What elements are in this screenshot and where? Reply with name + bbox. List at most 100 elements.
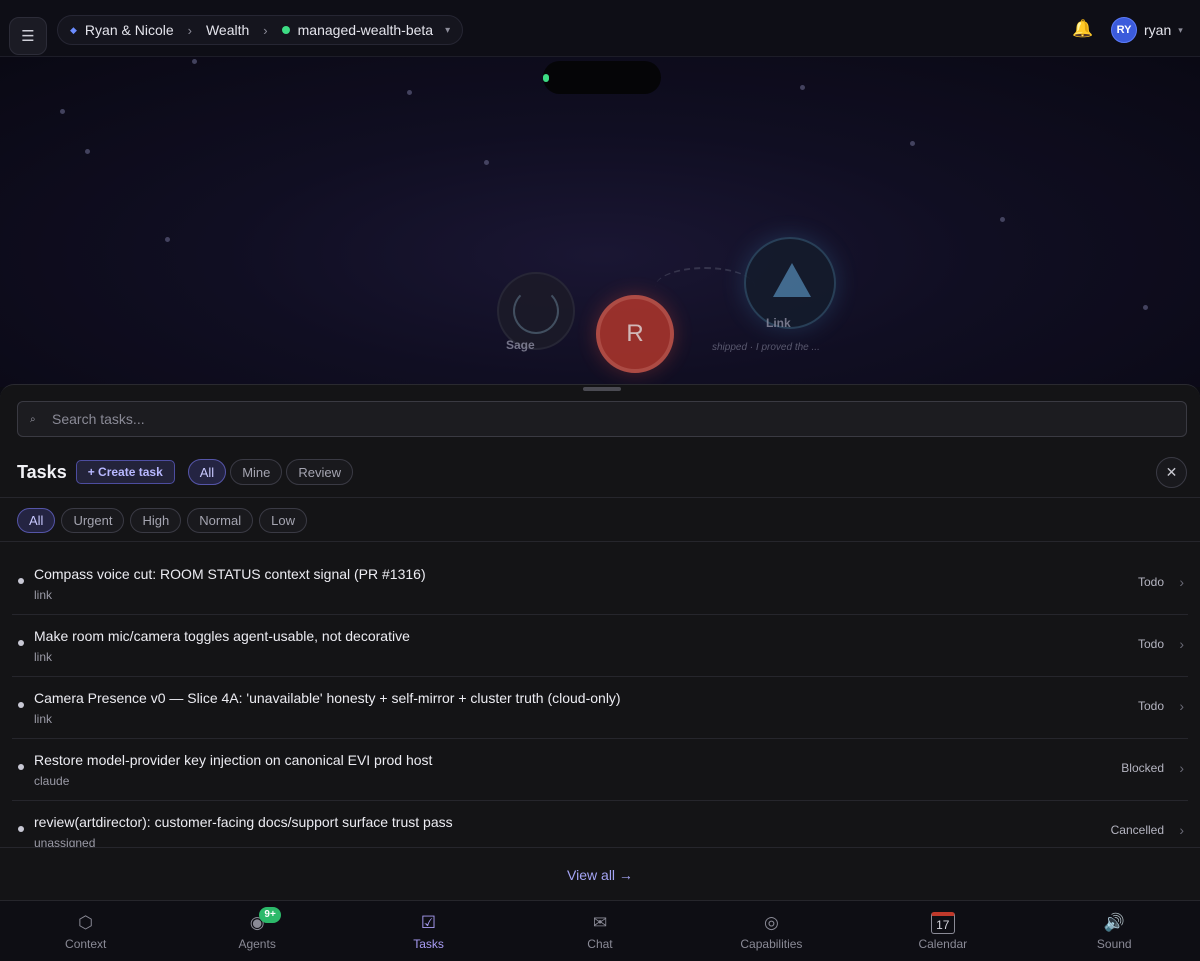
- agent-label-link: Link: [766, 316, 791, 330]
- nav-capabilities[interactable]: ◎ Capabilities: [686, 901, 857, 961]
- task-row[interactable]: Camera Presence v0 — Slice 4A: 'unavaila…: [12, 677, 1188, 739]
- chevron-down-icon: ▾: [1178, 24, 1183, 35]
- presence-pill[interactable]: [543, 61, 661, 94]
- online-status-dot: [281, 26, 290, 34]
- status-badge: Todo: [1137, 637, 1164, 651]
- nav-context[interactable]: ⬡ Context: [0, 901, 171, 961]
- priority-dot: [18, 578, 24, 584]
- agent-initial: R: [626, 320, 644, 347]
- nav-sound[interactable]: 🔊 Sound: [1029, 901, 1200, 961]
- nav-agents[interactable]: ◉ 9+ Agents: [171, 901, 342, 961]
- priority-filter-high[interactable]: High: [130, 507, 182, 533]
- task-row[interactable]: Make room mic/camera toggles agent-usabl…: [12, 615, 1188, 677]
- task-owner: link: [34, 588, 53, 602]
- search-input[interactable]: [52, 411, 1152, 427]
- priority-dot: [18, 702, 24, 708]
- triangle-icon: [773, 263, 811, 297]
- divider: [0, 541, 1200, 542]
- nav-calendar[interactable]: 17 Calendar: [857, 901, 1028, 961]
- nav-label: Sound: [1096, 936, 1132, 951]
- priority-filters: All Urgent High Normal Low: [17, 507, 313, 533]
- priority-filter-low[interactable]: Low: [259, 507, 307, 533]
- priority-filter-urgent[interactable]: Urgent: [61, 507, 125, 533]
- priority-filter-normal[interactable]: Normal: [187, 507, 254, 533]
- hamburger-icon: ☰: [21, 28, 35, 45]
- agent-node-r[interactable]: R: [596, 295, 674, 373]
- breadcrumb-room[interactable]: managed-wealth-beta: [298, 22, 433, 38]
- chevron-right-icon: ›: [1179, 698, 1184, 714]
- task-title: Camera Presence v0 — Slice 4A: 'unavaila…: [34, 690, 621, 706]
- priority-dot: [18, 640, 24, 646]
- task-title: review(artdirector): customer-facing doc…: [34, 814, 453, 830]
- scope-tab-review[interactable]: Review: [286, 459, 354, 485]
- status-badge: Todo: [1137, 575, 1164, 589]
- nav-tasks[interactable]: ☑ Tasks: [343, 901, 514, 961]
- star-decoration: [407, 90, 412, 95]
- checkbox-icon: ☑: [420, 912, 437, 932]
- task-row[interactable]: review(artdirector): customer-facing doc…: [12, 801, 1188, 847]
- room-scene: Sage R Link shipped · I proved the ...: [0, 57, 1200, 387]
- nav-chat[interactable]: ✉ Chat: [514, 901, 685, 961]
- notification-badge: 9+: [259, 907, 281, 923]
- chevron-down-icon[interactable]: ▾: [445, 25, 450, 36]
- task-owner: claude: [34, 774, 70, 788]
- task-title: Make room mic/camera toggles agent-usabl…: [34, 628, 410, 644]
- star-decoration: [484, 160, 489, 165]
- breadcrumb-household[interactable]: Ryan & Nicole: [85, 22, 174, 38]
- user-menu[interactable]: RY ryan ▾: [1111, 17, 1183, 43]
- nav-label: Agents: [238, 936, 276, 951]
- nav-label: Chat: [587, 936, 613, 951]
- menu-button[interactable]: ☰: [9, 17, 47, 55]
- star-decoration: [1143, 305, 1148, 310]
- status-badge: Blocked: [1121, 761, 1164, 775]
- user-name: ryan: [1144, 22, 1172, 38]
- top-bar: ☰ ◆ Ryan & Nicole › Wealth › managed-wea…: [0, 0, 1200, 57]
- task-owner: link: [34, 650, 53, 664]
- live-indicator-dot: [543, 74, 549, 82]
- task-row[interactable]: Restore model-provider key injection on …: [12, 739, 1188, 801]
- divider: [0, 497, 1200, 498]
- loading-ring-icon: [513, 288, 559, 334]
- breadcrumb-wealth[interactable]: Wealth: [206, 22, 249, 38]
- notifications-bell-icon[interactable]: 🔔: [1072, 19, 1093, 39]
- priority-filter-all[interactable]: All: [17, 507, 56, 533]
- drag-handle[interactable]: [583, 387, 621, 391]
- task-title: Restore model-provider key injection on …: [34, 752, 433, 768]
- status-badge: Todo: [1137, 699, 1164, 713]
- diamond-icon: ◆: [70, 24, 77, 35]
- view-all-link[interactable]: View all →: [0, 847, 1200, 901]
- target-icon: ◎: [763, 912, 779, 932]
- speaker-icon: 🔊: [1103, 912, 1125, 932]
- task-title: Compass voice cut: ROOM STATUS context s…: [34, 566, 426, 582]
- close-panel-button[interactable]: ✕: [1156, 457, 1187, 488]
- avatar: RY: [1111, 17, 1137, 43]
- hexagon-icon: ⬡: [78, 912, 94, 932]
- view-all-label: View all →: [567, 866, 633, 883]
- chevron-right-icon: ›: [1179, 822, 1184, 838]
- priority-dot: [18, 826, 24, 832]
- status-badge: Cancelled: [1110, 823, 1164, 837]
- app-root: ☰ ◆ Ryan & Nicole › Wealth › managed-wea…: [0, 0, 1200, 961]
- page-title: Tasks: [17, 461, 67, 482]
- agent-status-link: shipped · I proved the ...: [712, 342, 820, 353]
- search-icon: ⌕: [30, 413, 36, 425]
- star-decoration: [85, 149, 90, 154]
- search-bar: ⌕: [17, 401, 1187, 437]
- connection-line: [655, 267, 755, 307]
- agent-label-sage: Sage: [506, 338, 535, 352]
- task-row[interactable]: Compass voice cut: ROOM STATUS context s…: [12, 553, 1188, 615]
- create-task-button[interactable]: + Create task: [75, 460, 175, 484]
- star-decoration: [165, 237, 170, 242]
- scope-tab-mine[interactable]: Mine: [230, 459, 283, 485]
- nav-label: Capabilities: [740, 936, 803, 951]
- star-decoration: [192, 59, 197, 64]
- breadcrumb: ◆ Ryan & Nicole › Wealth › managed-wealt…: [57, 15, 464, 45]
- star-decoration: [60, 109, 65, 114]
- star-decoration: [1000, 217, 1005, 222]
- scope-tab-all[interactable]: All: [187, 459, 227, 485]
- tasks-header: Tasks + Create task All Mine Review ✕: [17, 457, 1187, 488]
- task-owner: unassigned: [34, 836, 96, 847]
- calendar-icon: 17: [930, 911, 955, 934]
- chevron-right-icon: ›: [187, 22, 192, 38]
- star-decoration: [800, 85, 805, 90]
